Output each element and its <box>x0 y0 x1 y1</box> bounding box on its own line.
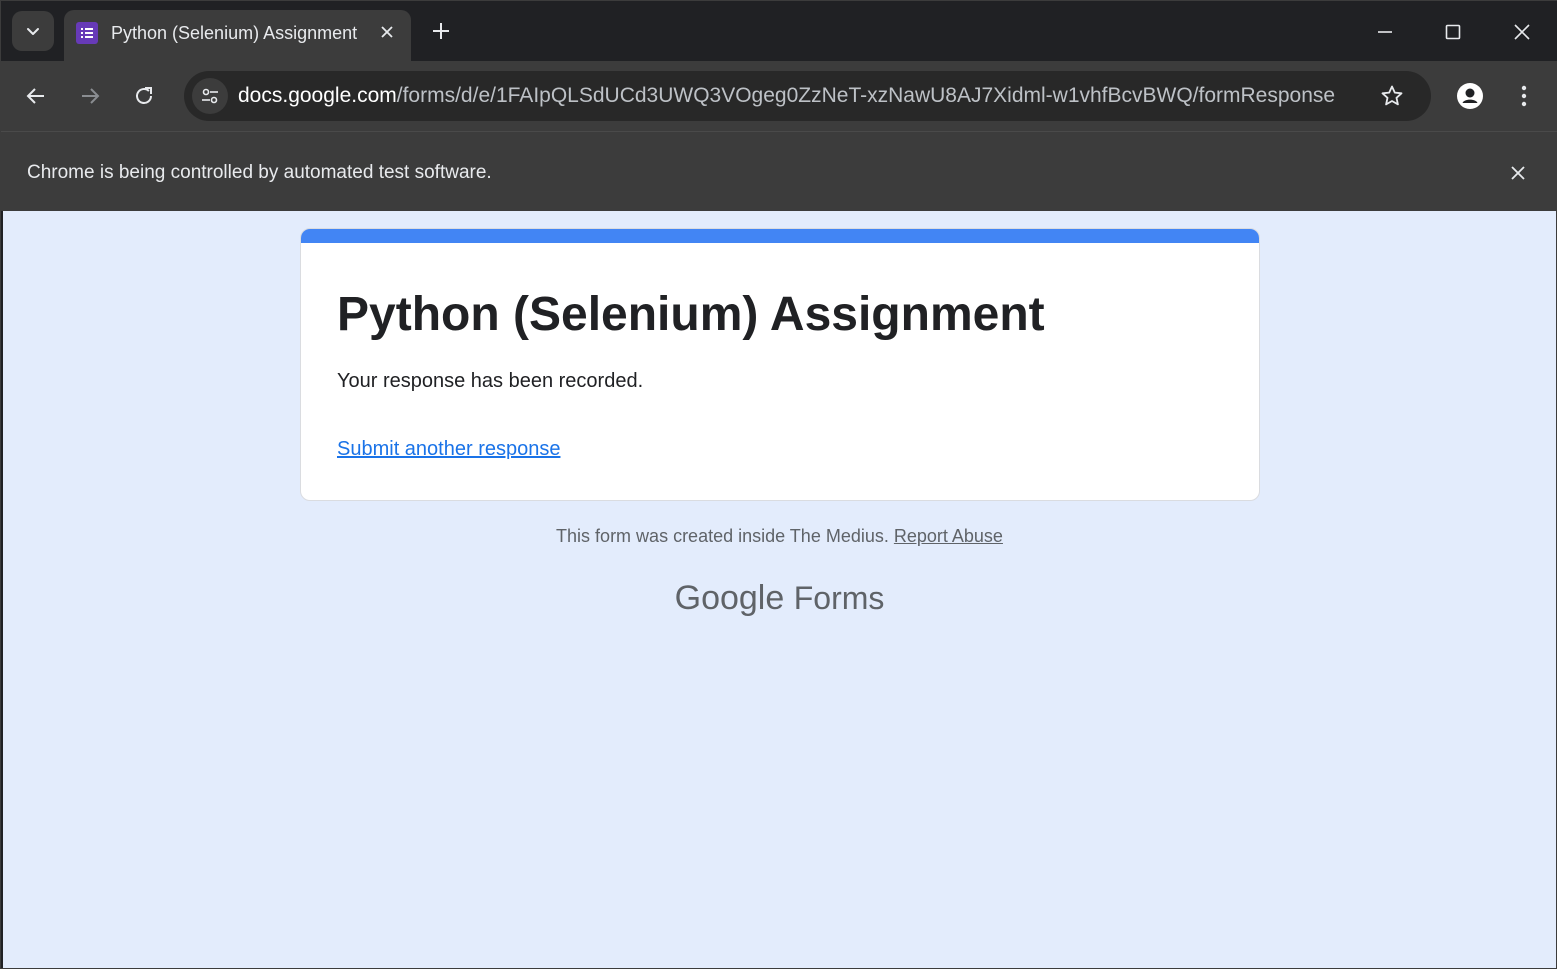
tab-title: Python (Selenium) Assignment <box>111 23 358 43</box>
profile-button[interactable] <box>1453 79 1487 113</box>
back-button[interactable] <box>18 78 54 114</box>
maximize-icon <box>1445 24 1461 40</box>
tab-active[interactable]: Python (Selenium) Assignment <box>64 10 411 61</box>
footer-note-text: This form was created inside The Medius. <box>556 526 889 546</box>
response-card: Python (Selenium) Assignment Your respon… <box>300 228 1260 501</box>
maximize-button[interactable] <box>1436 15 1470 49</box>
reload-button[interactable] <box>126 78 162 114</box>
chevron-down-icon <box>27 28 39 35</box>
automation-infobar: Chrome is being controlled by automated … <box>1 131 1557 211</box>
arrow-left-icon <box>26 88 44 104</box>
new-tab-button[interactable] <box>427 17 455 45</box>
forward-button[interactable] <box>72 78 108 114</box>
star-icon <box>1381 85 1403 106</box>
site-info-button[interactable] <box>192 78 228 114</box>
account-icon <box>1457 83 1483 109</box>
form-title: Python (Selenium) Assignment <box>337 288 1045 341</box>
card-accent-bar <box>301 229 1259 243</box>
google-forms-icon <box>76 22 98 44</box>
close-window-button[interactable] <box>1505 15 1539 49</box>
tune-icon <box>202 88 218 104</box>
arrow-right-icon <box>82 88 100 104</box>
google-forms-logo[interactable]: Google Forms <box>3 579 1556 618</box>
confirmation-message: Your response has been recorded. <box>337 370 644 392</box>
tab-close-icon[interactable] <box>375 20 399 44</box>
brand-google: Google <box>674 579 785 617</box>
tab-strip: Python (Selenium) Assignment <box>1 1 1557 61</box>
infobar-message: Chrome is being controlled by automated … <box>27 162 492 183</box>
close-icon <box>1514 24 1530 40</box>
infobar-close-icon[interactable] <box>1504 159 1532 187</box>
report-abuse-link[interactable]: Report Abuse <box>894 526 1003 546</box>
plus-icon <box>433 23 449 39</box>
page-content: Python (Selenium) Assignment Your respon… <box>3 211 1556 968</box>
minimize-icon <box>1378 31 1392 33</box>
url-text[interactable]: docs.google.com/forms/d/e/1FAIpQLSdUCd3U… <box>238 84 1335 108</box>
reload-icon <box>136 87 152 104</box>
minimize-button[interactable] <box>1368 15 1402 49</box>
footer-note: This form was created inside The Medius.… <box>3 526 1556 547</box>
submit-another-link[interactable]: Submit another response <box>337 438 560 461</box>
url-path: /forms/d/e/1FAIpQLSdUCd3UWQ3VOgeg0ZzNeT-… <box>396 84 1336 107</box>
more-vert-icon <box>1521 85 1527 107</box>
tab-search-button[interactable] <box>12 11 54 51</box>
toolbar: docs.google.com/forms/d/e/1FAIpQLSdUCd3U… <box>1 61 1557 131</box>
address-bar[interactable]: docs.google.com/forms/d/e/1FAIpQLSdUCd3U… <box>184 71 1431 121</box>
url-host: docs.google.com <box>238 84 397 107</box>
bookmark-star-button[interactable] <box>1377 81 1407 111</box>
brand-forms: Forms <box>793 580 885 616</box>
menu-button[interactable] <box>1509 79 1539 113</box>
browser-window: Python (Selenium) Assignment docs.google… <box>0 0 1557 969</box>
